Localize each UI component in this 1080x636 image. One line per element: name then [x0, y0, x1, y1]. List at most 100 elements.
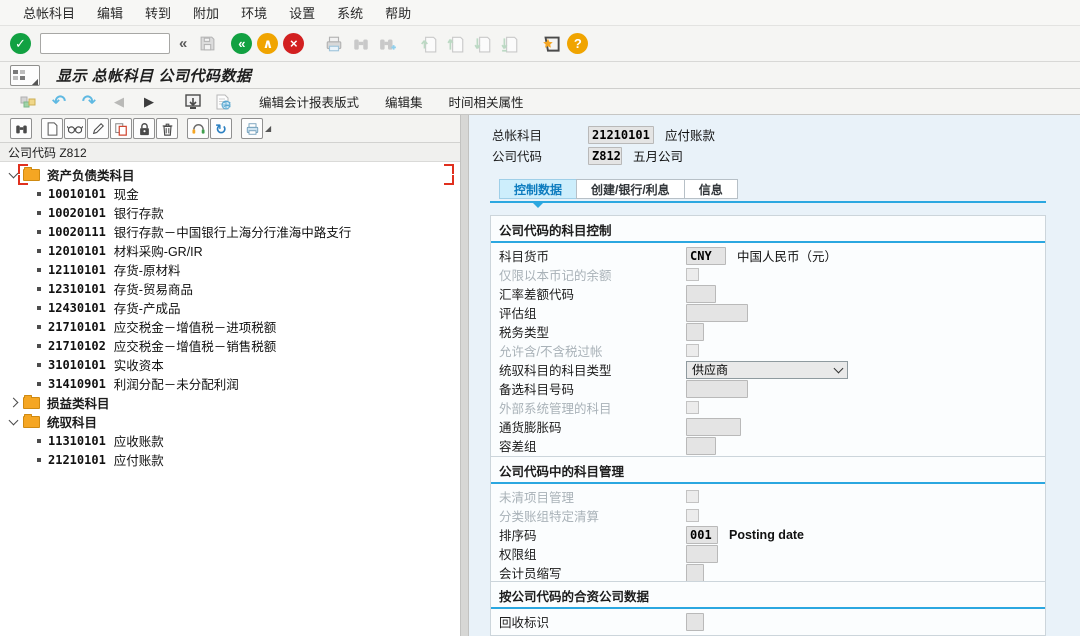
edit-financial-statement-button[interactable]: 编辑会计报表版式 [246, 92, 372, 111]
gl-account-field[interactable]: 21210101 [588, 126, 654, 144]
menu-extras[interactable]: 附加 [182, 3, 230, 22]
redo-icon[interactable]: ↷ [74, 91, 104, 113]
hierarchy-icon[interactable] [14, 91, 44, 113]
help-button[interactable]: ? [567, 33, 588, 54]
last-page-icon[interactable] [499, 33, 521, 55]
tree-toolbar: ↻ ◢ [0, 115, 460, 143]
tree-delete-button[interactable] [156, 118, 178, 139]
exit-button[interactable]: ∧ [257, 33, 278, 54]
tab-create-bank-interest[interactable]: 创建/银行/利息 [576, 179, 685, 199]
tree-print-button[interactable] [241, 118, 263, 139]
recon-account-type-select[interactable]: 供应商 [686, 361, 848, 379]
enter-button[interactable]: ✓ [10, 33, 31, 54]
collapse-node-icon[interactable] [9, 416, 19, 426]
previous-item-icon[interactable]: ◀ [104, 91, 134, 113]
tree-item-account[interactable]: 11310101 应收账款 [0, 431, 460, 450]
previous-page-icon[interactable] [445, 33, 467, 55]
account-code: 10010101 [48, 187, 106, 201]
undo-icon[interactable]: ↶ [44, 91, 74, 113]
tab-control-data[interactable]: 控制数据 [499, 179, 577, 199]
tree-print-caret-icon[interactable]: ◢ [265, 124, 271, 133]
menu-goto[interactable]: 转到 [134, 3, 182, 22]
exchange-rate-diff-field[interactable] [686, 285, 716, 303]
tree-item-account[interactable]: 10010101 现金 [0, 184, 460, 203]
tree-item-account[interactable]: 21710102 应交税金－增值税－销售税额 [0, 336, 460, 355]
account-code: 12110101 [48, 263, 106, 277]
menu-system[interactable]: 系统 [326, 3, 374, 22]
print-icon[interactable] [323, 33, 345, 55]
tree-item-account[interactable]: 12110101 存货-原材料 [0, 260, 460, 279]
company-code-field[interactable]: Z812 [588, 147, 622, 165]
tree-item-account[interactable]: 31010101 实收资本 [0, 355, 460, 374]
recovery-indicator-field[interactable] [686, 613, 704, 631]
find-icon[interactable] [350, 33, 372, 55]
save-icon[interactable] [196, 33, 218, 55]
next-page-icon[interactable] [472, 33, 494, 55]
menu-settings[interactable]: 设置 [278, 3, 326, 22]
tree-folder-recon-accounts[interactable]: 统驭科目 [0, 412, 460, 431]
menu-help[interactable]: 帮助 [374, 3, 422, 22]
account-name: 存货-贸易商品 [114, 279, 193, 298]
find-next-icon[interactable] [377, 33, 399, 55]
tree-item-account[interactable]: 12010101 材料采购-GR/IR [0, 241, 460, 260]
form-row: 外部系统管理的科目 [491, 398, 1045, 417]
collapse-command-icon[interactable]: « [175, 35, 191, 52]
tab-information[interactable]: 信息 [684, 179, 738, 199]
sort-key-field[interactable]: 001 [686, 526, 718, 544]
gl-account-row: 总帐科目 21210101 应付账款 [492, 125, 715, 144]
cancel-button[interactable]: × [283, 33, 304, 54]
authorization-group-field[interactable] [686, 545, 718, 563]
tree-create-button[interactable] [41, 118, 63, 139]
menu-environment[interactable]: 环境 [230, 3, 278, 22]
tree-folder-pl-accounts[interactable]: 损益类科目 [0, 393, 460, 412]
new-session-icon[interactable] [540, 33, 562, 55]
transfer-icon[interactable] [178, 91, 208, 113]
tree-item-account[interactable]: 21210101 应付账款 [0, 450, 460, 469]
posting-without-tax-checkbox [686, 344, 699, 357]
tree-change-button[interactable] [87, 118, 109, 139]
tree-item-account[interactable]: 12430101 存货-产成品 [0, 298, 460, 317]
panel-splitter[interactable] [460, 115, 469, 636]
bullet-icon [37, 287, 41, 291]
alternative-account-field[interactable] [686, 380, 748, 398]
tree-display-button[interactable] [64, 118, 86, 139]
tree-item-account[interactable]: 31410901 利润分配－未分配利润 [0, 374, 460, 393]
tree-copy-button[interactable] [110, 118, 132, 139]
next-item-icon[interactable]: ▶ [134, 91, 164, 113]
accountant-field[interactable] [686, 564, 704, 582]
tree-refresh-button[interactable]: ↻ [210, 118, 232, 139]
tree-item-account[interactable]: 12310101 存货-贸易商品 [0, 279, 460, 298]
account-name: 应交税金－增值税－进项税额 [114, 317, 277, 336]
account-name: 存货-原材料 [114, 260, 181, 279]
first-page-icon[interactable] [418, 33, 440, 55]
group-account-management: 公司代码中的科目管理 未清项目管理 分类账组特定清算 排序码 001 Posti… [490, 456, 1046, 587]
tolerance-group-field[interactable] [686, 437, 716, 455]
valuation-group-field[interactable] [686, 304, 748, 322]
tree-block-button[interactable] [133, 118, 155, 139]
inflation-key-field[interactable] [686, 418, 741, 436]
account-currency-field[interactable]: CNY [686, 247, 726, 265]
back-button[interactable]: « [231, 33, 252, 54]
folder-label: 损益类科目 [47, 393, 110, 412]
menu-gl-account[interactable]: 总帐科目 [12, 3, 86, 22]
tree-item-account[interactable]: 21710101 应交税金－增值税－进项税额 [0, 317, 460, 336]
command-field[interactable] [40, 33, 170, 54]
tree-assign-button[interactable] [187, 118, 209, 139]
field-label: 排序码 [499, 525, 686, 544]
menu-edit[interactable]: 编辑 [86, 3, 134, 22]
tree-item-account[interactable]: 10020111 银行存款－中国银行上海分行淮海中路支行 [0, 222, 460, 241]
account-name: 银行存款 [114, 203, 164, 222]
refresh-glyph: ↻ [215, 122, 227, 136]
tree-find-button[interactable] [10, 118, 32, 139]
tax-category-field[interactable] [686, 323, 704, 341]
bullet-icon [37, 382, 41, 386]
edit-set-button[interactable]: 编辑集 [372, 92, 436, 111]
time-dependent-attributes-button[interactable]: 时间相关属性 [436, 92, 537, 111]
account-name: 应付账款 [114, 450, 164, 469]
gui-screen-menu-icon[interactable]: ◢ [10, 65, 40, 86]
tree-folder-balance-sheet[interactable]: 资产负债类科目 [0, 165, 460, 184]
collapse-node-icon[interactable] [9, 169, 19, 179]
report-layout-icon[interactable] [208, 91, 238, 113]
tree-item-account[interactable]: 10020101 银行存款 [0, 203, 460, 222]
expand-node-icon[interactable] [9, 398, 19, 408]
